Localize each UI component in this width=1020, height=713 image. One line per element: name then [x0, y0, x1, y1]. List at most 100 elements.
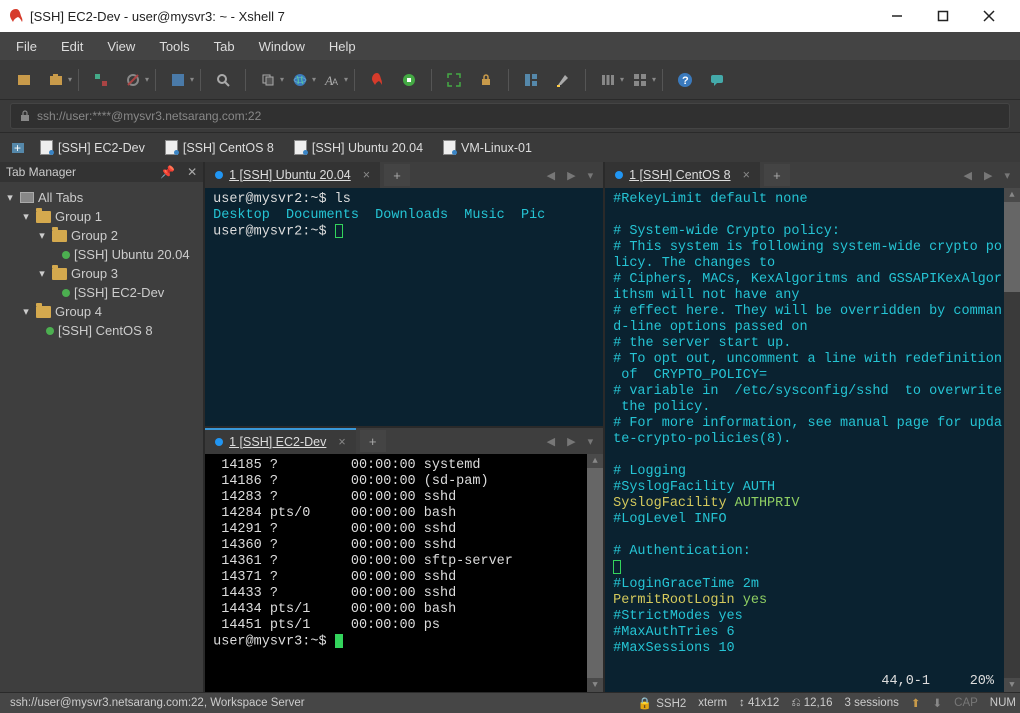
status-sessions: 3 sessions	[845, 697, 899, 709]
dropdown-icon[interactable]: ▾	[588, 169, 594, 182]
svg-text:?: ?	[682, 75, 689, 87]
session-tab-centos8[interactable]: [SSH] CentOS 8	[157, 140, 282, 155]
menu-tab[interactable]: Tab	[214, 39, 235, 54]
toolbar: ▾ ▾ ▾ ▾ ▾ AA▾ ▾ ▾ ?	[0, 60, 1020, 100]
ec2-pane-tabs: 1 [SSH] EC2-Dev× + ◀ ▶ ▾	[205, 428, 603, 454]
folder-icon	[52, 268, 67, 280]
open-icon[interactable]: ▾	[46, 70, 66, 90]
tree-group1[interactable]: ▾Group 1	[4, 207, 199, 226]
close-icon[interactable]: ×	[338, 435, 345, 449]
tree-group2[interactable]: ▾Group 2	[4, 226, 199, 245]
scroll-down-icon[interactable]: ▼	[1004, 678, 1020, 692]
tab-manager-header: Tab Manager 📌✕	[0, 162, 203, 182]
tab-manager-tree: ▾All Tabs ▾Group 1 ▾Group 2 [SSH] Ubuntu…	[0, 182, 203, 346]
scroll-thumb[interactable]	[1004, 202, 1020, 292]
folder-icon	[36, 306, 51, 318]
minimize-button[interactable]	[874, 0, 920, 32]
menu-view[interactable]: View	[107, 39, 135, 54]
terminal-ubuntu[interactable]: user@mysvr2:~$ lsDesktop Documents Downl…	[205, 188, 603, 426]
tree-item-ubuntu[interactable]: [SSH] Ubuntu 20.04	[4, 245, 199, 264]
pin-icon[interactable]: 📌	[160, 165, 175, 179]
layout-icon[interactable]	[521, 70, 541, 90]
status-cap: CAP	[954, 697, 978, 709]
prev-icon[interactable]: ◀	[547, 169, 555, 182]
tile-icon[interactable]: ▾	[630, 70, 650, 90]
window-title: [SSH] EC2-Dev - user@mysvr3: ~ - Xshell …	[30, 9, 874, 24]
tree-group4[interactable]: ▾Group 4	[4, 302, 199, 321]
svg-text:+: +	[14, 141, 21, 155]
terminal-centos[interactable]: #RekeyLimit default none # System-wide C…	[605, 188, 1020, 692]
tree-item-ec2[interactable]: [SSH] EC2-Dev	[4, 283, 199, 302]
tree-group3[interactable]: ▾Group 3	[4, 264, 199, 283]
upload-icon[interactable]: ⬆	[911, 696, 921, 710]
next-icon[interactable]: ▶	[567, 435, 575, 448]
close-icon[interactable]: ✕	[187, 165, 197, 179]
find-icon[interactable]	[213, 70, 233, 90]
fullscreen-icon[interactable]	[444, 70, 464, 90]
add-tab-button[interactable]: +	[764, 164, 790, 186]
prev-icon[interactable]: ◀	[547, 435, 555, 448]
ubuntu-pane-tabs: 1 [SSH] Ubuntu 20.04× + ◀ ▶ ▾	[205, 162, 603, 188]
font-icon[interactable]: AA▾	[322, 70, 342, 90]
add-tab-button[interactable]: +	[360, 430, 386, 452]
doc-icon	[40, 140, 53, 155]
status-connection: ssh://user@mysvr3.netsarang.com:22, Work…	[4, 697, 311, 709]
status-dot-icon	[62, 251, 70, 259]
disconnect-icon[interactable]: ▾	[123, 70, 143, 90]
titlebar: [SSH] EC2-Dev - user@mysvr3: ~ - Xshell …	[0, 0, 1020, 32]
maximize-button[interactable]	[920, 0, 966, 32]
scroll-up-icon[interactable]: ▲	[1004, 188, 1020, 202]
status-dot-icon	[215, 438, 223, 446]
help-icon[interactable]: ?	[675, 70, 695, 90]
record-icon[interactable]	[367, 70, 387, 90]
tab-ec2[interactable]: 1 [SSH] EC2-Dev×	[205, 428, 356, 454]
status-size: ↕ 41x12	[739, 697, 779, 709]
centos-pane-tabs: 1 [SSH] CentOS 8× + ◀ ▶ ▾	[605, 162, 1020, 188]
highlight-icon[interactable]	[553, 70, 573, 90]
doc-icon	[443, 140, 456, 155]
properties-icon[interactable]: ▾	[168, 70, 188, 90]
tree-root[interactable]: ▾All Tabs	[4, 188, 199, 207]
columns-icon[interactable]: ▾	[598, 70, 618, 90]
tab-ubuntu[interactable]: 1 [SSH] Ubuntu 20.04×	[205, 162, 380, 188]
session-tabs: + [SSH] EC2-Dev [SSH] CentOS 8 [SSH] Ubu…	[0, 132, 1020, 162]
copy-icon[interactable]: ▾	[258, 70, 278, 90]
menu-edit[interactable]: Edit	[61, 39, 83, 54]
add-session-icon[interactable]: +	[8, 138, 28, 158]
close-button[interactable]	[966, 0, 1012, 32]
address-input[interactable]: ssh://user:****@mysvr3.netsarang.com:22	[10, 103, 1010, 129]
close-icon[interactable]: ×	[363, 168, 370, 182]
lock-icon[interactable]	[476, 70, 496, 90]
dropdown-icon[interactable]: ▾	[1004, 169, 1010, 182]
session-tab-ubuntu2004[interactable]: [SSH] Ubuntu 20.04	[286, 140, 431, 155]
tree-item-centos[interactable]: [SSH] CentOS 8	[4, 321, 199, 340]
terminal-ec2[interactable]: 14185 ? 00:00:00 systemd 14186 ? 00:00:0…	[205, 454, 603, 692]
dropdown-icon[interactable]: ▾	[588, 435, 594, 448]
tab-centos[interactable]: 1 [SSH] CentOS 8×	[605, 162, 760, 188]
new-icon[interactable]	[14, 70, 34, 90]
menu-file[interactable]: File	[16, 39, 37, 54]
globe-icon[interactable]: ▾	[290, 70, 310, 90]
scrollbar[interactable]: ▲▼	[587, 454, 603, 692]
prev-icon[interactable]: ◀	[964, 169, 972, 182]
menu-window[interactable]: Window	[259, 39, 305, 54]
status-num: NUM	[990, 697, 1016, 709]
status-bar: ssh://user@mysvr3.netsarang.com:22, Work…	[0, 692, 1020, 713]
download-icon[interactable]: ⬇	[933, 696, 943, 710]
close-icon[interactable]: ×	[743, 168, 750, 182]
add-tab-button[interactable]: +	[384, 164, 410, 186]
status-term: xterm	[698, 697, 727, 709]
chat-icon[interactable]	[707, 70, 727, 90]
status-dot-icon	[215, 171, 223, 179]
menu-tools[interactable]: Tools	[159, 39, 189, 54]
address-bar: ssh://user:****@mysvr3.netsarang.com:22	[0, 100, 1020, 132]
next-icon[interactable]: ▶	[984, 169, 992, 182]
reconnect-icon[interactable]	[91, 70, 111, 90]
stop-icon[interactable]	[399, 70, 419, 90]
menu-help[interactable]: Help	[329, 39, 356, 54]
menubar: File Edit View Tools Tab Window Help	[0, 32, 1020, 60]
next-icon[interactable]: ▶	[567, 169, 575, 182]
session-tab-vmlinux01[interactable]: VM-Linux-01	[435, 140, 540, 155]
scrollbar[interactable]: ▲ ▼	[1004, 188, 1020, 692]
session-tab-ec2dev[interactable]: [SSH] EC2-Dev	[32, 140, 153, 155]
